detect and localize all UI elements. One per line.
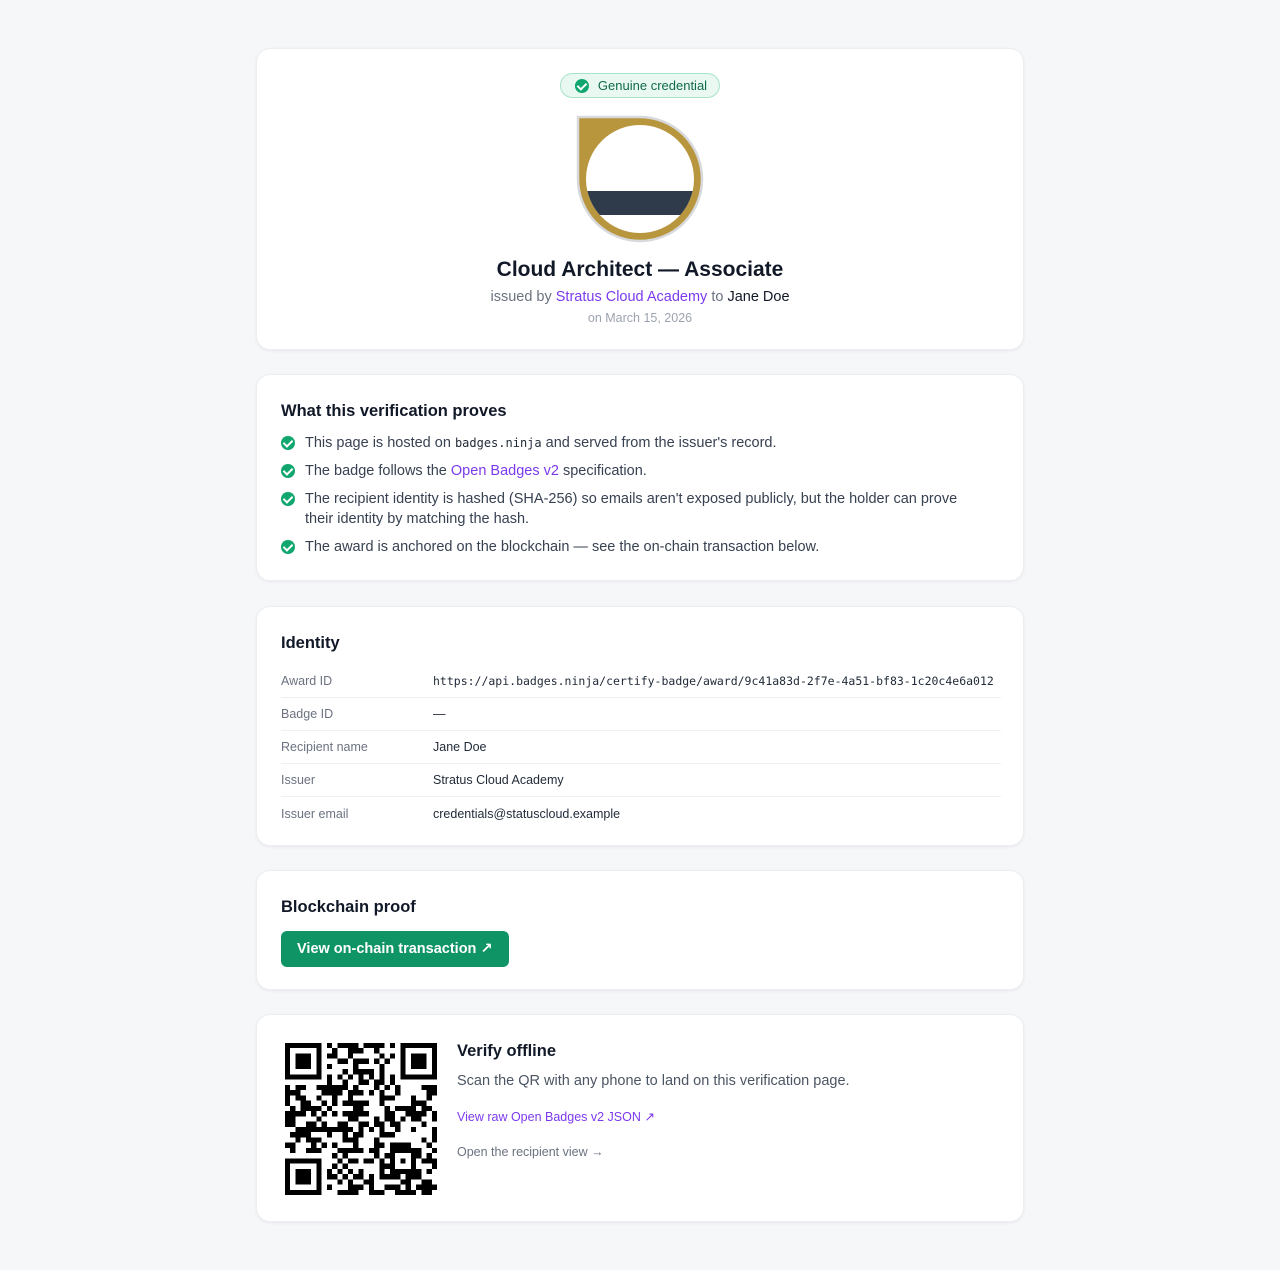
check-circle-icon xyxy=(574,78,589,93)
recipient-name: Jane Doe xyxy=(727,289,790,305)
issue-date: on March 15, 2026 xyxy=(587,311,693,325)
verify-offline-card: Verify offline Scan the QR with any phon… xyxy=(256,1014,1024,1222)
verify-offline-title: Verify offline xyxy=(457,1042,557,1060)
verify-offline-description: Scan the QR with any phone to land on th… xyxy=(457,1073,850,1089)
blockchain-title: Blockchain proof xyxy=(281,898,416,916)
proves-item-text: The badge follows the Open Badges v2 spe… xyxy=(305,461,647,481)
proves-item-1-pre: The badge follows the xyxy=(305,463,447,479)
check-circle-icon xyxy=(281,464,295,478)
issued-by-line: issued by Stratus Cloud Academy to Jane … xyxy=(257,289,1023,305)
proves-item-text: The award is anchored on the blockchain … xyxy=(305,539,820,555)
proves-list: This page is hosted on badges.ninja and … xyxy=(281,433,983,565)
issuer-label: Issuer xyxy=(281,773,316,787)
badge-id-value: — xyxy=(433,707,446,721)
list-item: The badge follows the Open Badges v2 spe… xyxy=(281,461,983,481)
check-circle-icon xyxy=(281,436,295,450)
award-id-value: https://api.badges.ninja/certify-badge/a… xyxy=(433,674,994,688)
identity-card: Identity Award ID https://api.badges.nin… xyxy=(256,606,1024,846)
identity-table: Award ID https://api.badges.ninja/certif… xyxy=(281,665,1001,830)
list-item: This page is hosted on badges.ninja and … xyxy=(281,433,983,453)
open-badges-spec-link[interactable]: Open Badges v2 xyxy=(451,463,559,479)
proves-item-0-post: and served from the issuer's record. xyxy=(545,435,777,451)
table-row: Award ID https://api.badges.ninja/certif… xyxy=(281,665,1001,698)
recipient-name-label: Recipient name xyxy=(281,740,368,754)
credential-header-card: Genuine credential Cloud Architect — Ass… xyxy=(256,48,1024,350)
list-item: The award is anchored on the blockchain … xyxy=(281,537,983,557)
proves-item-text: This page is hosted on badges.ninja and … xyxy=(305,433,777,453)
table-row: Issuer email credentials@statuscloud.exa… xyxy=(281,797,1001,830)
issuer-link[interactable]: Stratus Cloud Academy xyxy=(556,289,708,305)
genuine-credential-badge: Genuine credential xyxy=(559,73,721,98)
view-onchain-transaction-button[interactable]: View on-chain transaction ↗ xyxy=(281,931,509,967)
proves-item-1-post: specification. xyxy=(562,463,647,479)
table-row: Badge ID — xyxy=(281,698,1001,731)
proves-item-0-pre: This page is hosted on xyxy=(305,435,451,451)
qr-code-icon xyxy=(285,1043,437,1195)
badge-id-label: Badge ID xyxy=(281,707,334,721)
view-raw-json-link[interactable]: View raw Open Badges v2 JSON ↗ xyxy=(457,1109,655,1124)
check-circle-icon xyxy=(281,492,295,506)
recipient-name-value: Jane Doe xyxy=(433,740,487,754)
badge-title: Cloud Architect — Associate xyxy=(496,258,784,281)
proves-item-text: The recipient identity is hashed (SHA-25… xyxy=(305,491,958,527)
issuer-email-label: Issuer email xyxy=(281,806,349,821)
hosted-domain-code: badges.ninja xyxy=(454,436,542,450)
table-row: Recipient name Jane Doe xyxy=(281,731,1001,764)
to-word: to xyxy=(711,289,724,305)
verification-proves-card: What this verification proves This page … xyxy=(256,374,1024,581)
proves-title: What this verification proves xyxy=(281,402,507,420)
issuer-email-value: credentials@statuscloud.example xyxy=(433,806,621,821)
list-item: The recipient identity is hashed (SHA-25… xyxy=(281,489,983,529)
table-row: Issuer Stratus Cloud Academy xyxy=(281,764,1001,797)
genuine-credential-label: Genuine credential xyxy=(597,78,708,93)
issued-by-prefix: issued by xyxy=(490,289,552,305)
award-id-label: Award ID xyxy=(281,674,333,688)
check-circle-icon xyxy=(281,540,295,554)
issuer-value: Stratus Cloud Academy xyxy=(433,773,564,787)
badge-image-icon xyxy=(576,115,704,243)
identity-title: Identity xyxy=(281,634,340,652)
open-recipient-view-link[interactable]: Open the recipient view → xyxy=(457,1145,604,1159)
blockchain-proof-card: Blockchain proof View on-chain transacti… xyxy=(256,870,1024,990)
